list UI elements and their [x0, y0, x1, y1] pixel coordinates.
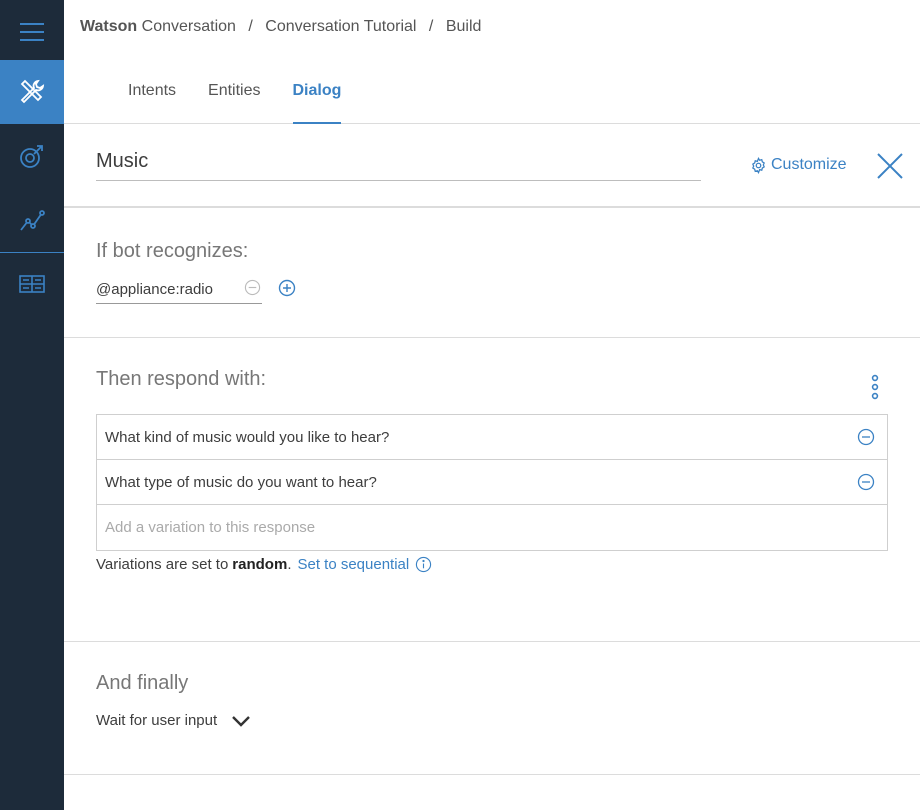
workspace-tabs: Intents Entities Dialog [128, 82, 373, 124]
list-item[interactable]: What kind of music would you like to hea… [97, 415, 887, 460]
tools-icon [20, 79, 45, 104]
build-nav-button[interactable] [0, 60, 64, 124]
close-button[interactable] [874, 150, 906, 182]
condition-heading: If bot recognizes: [96, 240, 249, 262]
tab-dialog[interactable]: Dialog [292, 82, 341, 124]
set-sequential-link[interactable]: Set to sequential [297, 556, 409, 573]
remove-condition-button[interactable] [244, 279, 261, 301]
customize-label: Customize [771, 156, 847, 173]
deploy-nav-button[interactable] [0, 252, 64, 316]
customize-button[interactable]: Customize [750, 156, 847, 174]
condition-section: If bot recognizes: [64, 208, 920, 338]
response-variations-list: What kind of music would you like to hea… [96, 414, 888, 551]
add-condition-button[interactable] [278, 279, 296, 302]
minus-circle-icon [244, 279, 261, 296]
close-icon [877, 153, 903, 179]
line-chart-icon [20, 210, 45, 231]
variation-mode-prefix: Variations are set to [96, 556, 229, 573]
variation-mode-suffix: . [287, 556, 292, 573]
add-variation-input[interactable]: Add a variation to this response [97, 505, 887, 550]
finally-action-value: Wait for user input [96, 712, 218, 729]
target-icon [20, 145, 43, 168]
info-icon[interactable] [415, 556, 432, 573]
node-header: Music Customize [64, 124, 920, 208]
grid-icon [19, 275, 45, 293]
response-options-button[interactable] [867, 374, 883, 400]
left-nav-rail [0, 0, 64, 810]
improve-nav-button[interactable] [0, 124, 64, 188]
variation-text: What type of music do you want to hear? [105, 473, 377, 491]
breadcrumb-separator: / [248, 18, 253, 35]
hamburger-icon [20, 23, 44, 41]
breadcrumb-workspace[interactable]: Conversation Tutorial [265, 18, 416, 35]
breadcrumb: Watson Conversation / Conversation Tutor… [80, 18, 481, 36]
breadcrumb-separator: / [428, 18, 434, 35]
chevron-down-icon [232, 715, 251, 727]
node-name-input[interactable]: Music [96, 150, 701, 181]
analytics-nav-button[interactable] [0, 188, 64, 252]
minus-circle-icon [857, 428, 875, 446]
finally-section: And finally [64, 642, 920, 775]
minus-circle-icon [857, 473, 875, 491]
kebab-icon [871, 374, 879, 400]
hamburger-menu-button[interactable] [0, 0, 64, 64]
variation-text: What kind of music would you like to hea… [105, 428, 390, 446]
response-heading: Then respond with: [96, 368, 267, 390]
brand-product[interactable]: Conversation [142, 18, 236, 35]
node-editor-panel: Music Customize If bot recognizes: @appl… [64, 124, 920, 810]
finally-action-dropdown[interactable]: Wait for user input [96, 712, 251, 729]
breadcrumb-current: Build [445, 18, 482, 35]
variation-mode-value: random [232, 556, 288, 573]
top-header: Watson Conversation / Conversation Tutor… [64, 0, 920, 124]
finally-heading: And finally [96, 672, 189, 694]
brand-name: Watson [80, 18, 138, 35]
list-item[interactable]: What type of music do you want to hear? [97, 460, 887, 505]
variation-mode: Variations are set to random. Set to seq… [96, 556, 432, 573]
remove-variation-button[interactable] [857, 473, 875, 495]
tab-intents[interactable]: Intents [128, 82, 176, 124]
condition-value-input[interactable]: @appliance:radio [96, 276, 262, 304]
tab-entities[interactable]: Entities [208, 82, 260, 124]
remove-variation-button[interactable] [857, 428, 875, 450]
plus-circle-icon [278, 279, 296, 297]
gear-icon [752, 156, 765, 174]
